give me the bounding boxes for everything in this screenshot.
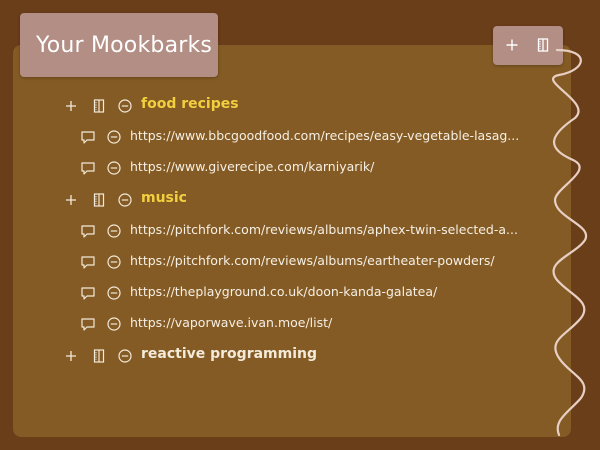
comment-icon[interactable] xyxy=(79,159,97,177)
bookmark-row: https://vaporwave.ivan.moe/list/ xyxy=(78,312,518,336)
plus-icon[interactable] xyxy=(62,191,80,209)
header-box: Your Mookbarks xyxy=(20,13,218,77)
bookmark-row: https://www.giverecipe.com/karniyarik/ xyxy=(78,156,518,180)
plus-icon[interactable] xyxy=(503,36,521,54)
plus-icon[interactable] xyxy=(62,97,80,115)
minus-circle-icon[interactable] xyxy=(116,347,134,365)
minus-circle-icon[interactable] xyxy=(105,159,123,177)
split-column-icon[interactable] xyxy=(90,191,108,209)
split-column-icon[interactable] xyxy=(90,97,108,115)
bookmark-link[interactable]: https://www.giverecipe.com/karniyarik/ xyxy=(130,159,374,174)
folder-row-music: music xyxy=(60,188,360,212)
comment-icon[interactable] xyxy=(79,315,97,333)
minus-circle-icon[interactable] xyxy=(105,315,123,333)
comment-icon[interactable] xyxy=(79,253,97,271)
folder-name[interactable]: music xyxy=(141,190,187,206)
bookmark-row: https://pitchfork.com/reviews/albums/aph… xyxy=(78,219,518,243)
folder-name[interactable]: food recipes xyxy=(141,96,239,112)
minus-circle-icon[interactable] xyxy=(116,191,134,209)
minus-circle-icon[interactable] xyxy=(105,128,123,146)
squiggle-decoration xyxy=(551,48,588,437)
comment-icon[interactable] xyxy=(79,222,97,240)
minus-circle-icon[interactable] xyxy=(116,97,134,115)
folder-row-food-recipes: food recipes xyxy=(60,94,360,118)
minus-circle-icon[interactable] xyxy=(105,284,123,302)
page-title: Your Mookbarks xyxy=(36,33,213,58)
bookmark-link[interactable]: https://pitchfork.com/reviews/albums/aph… xyxy=(130,222,518,237)
comment-icon[interactable] xyxy=(79,128,97,146)
comment-icon[interactable] xyxy=(79,284,97,302)
bookmark-row: https://pitchfork.com/reviews/albums/ear… xyxy=(78,250,518,274)
plus-icon[interactable] xyxy=(62,347,80,365)
bookmark-link[interactable]: https://www.bbcgoodfood.com/recipes/easy… xyxy=(130,128,519,143)
bookmark-link[interactable]: https://pitchfork.com/reviews/albums/ear… xyxy=(130,253,495,268)
folder-name[interactable]: reactive programming xyxy=(141,346,317,362)
bookmark-link[interactable]: https://vaporwave.ivan.moe/list/ xyxy=(130,315,332,330)
bookmark-row: https://www.bbcgoodfood.com/recipes/easy… xyxy=(78,125,519,149)
minus-circle-icon[interactable] xyxy=(105,253,123,271)
split-column-icon[interactable] xyxy=(90,347,108,365)
folder-row-reactive-programming: reactive programming xyxy=(60,344,360,368)
minus-circle-icon[interactable] xyxy=(105,222,123,240)
bookmark-link[interactable]: https://theplayground.co.uk/doon-kanda-g… xyxy=(130,284,437,299)
bookmark-row: https://theplayground.co.uk/doon-kanda-g… xyxy=(78,281,518,305)
